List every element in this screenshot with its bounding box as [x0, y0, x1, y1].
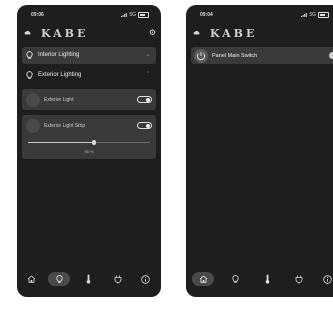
cloud-icon[interactable]: [24, 30, 31, 35]
plug-icon[interactable]: [110, 272, 126, 286]
section-label: Exterior Lighting: [38, 72, 82, 78]
light-item-label: Exterior Light Strip: [44, 122, 86, 129]
light-item-exterior-light-strip: Exterior Light Strip 90 %: [22, 115, 156, 159]
cloud-icon[interactable]: [193, 30, 200, 35]
status-bar: 09:06 5G: [17, 5, 161, 23]
bulb-icon: [26, 51, 33, 59]
bulb-icon[interactable]: [48, 272, 70, 286]
brightness-value: 90 %: [84, 149, 94, 154]
bulb-icon[interactable]: [227, 272, 243, 286]
thermometer-icon[interactable]: [259, 272, 275, 286]
status-icons: 5G: [121, 12, 149, 18]
plug-icon[interactable]: [291, 272, 307, 286]
slider-thumb[interactable]: [91, 140, 97, 145]
exterior-light-strip-toggle[interactable]: [137, 122, 152, 129]
chevron-down-icon: ⌄: [145, 52, 150, 58]
kabe-logo: KABE: [41, 27, 89, 40]
network-label: 5G: [309, 12, 316, 18]
brightness-slider[interactable]: [28, 140, 150, 145]
exterior-light-toggle[interactable]: [137, 96, 152, 103]
section-interior-lighting[interactable]: Interior Lighting ⌄: [22, 47, 156, 64]
battery-icon: [318, 12, 329, 18]
kabe-logo: KABE: [210, 27, 258, 40]
status-icons: 5G: [301, 12, 329, 18]
phone-screen-lighting: 09:06 5G KABE ⚙ Interior Lighting ⌄ Exte…: [17, 5, 161, 297]
panel-main-switch-toggle[interactable]: [329, 52, 333, 59]
network-label: 5G: [129, 12, 136, 18]
app-header: KABE ⚙: [17, 25, 161, 43]
status-time: 09:06: [31, 12, 44, 18]
panel-main-switch-row: Panel Main Switch: [191, 47, 333, 64]
bottom-nav: [186, 272, 333, 288]
section-exterior-lighting[interactable]: Exterior Lighting ⌃: [22, 67, 156, 84]
bulb-icon: [26, 71, 33, 79]
thermometer-icon[interactable]: [80, 272, 96, 286]
power-icon: [196, 51, 206, 60]
signal-icon: [121, 13, 128, 17]
home-icon[interactable]: [23, 272, 39, 286]
section-label: Interior Lighting: [38, 52, 80, 58]
info-icon[interactable]: [137, 272, 153, 286]
light-status-indicator: [26, 118, 40, 133]
status-bar: 09:04 5G: [186, 5, 333, 23]
bottom-nav: [17, 272, 161, 288]
info-icon[interactable]: [319, 272, 333, 286]
slider-fill: [28, 142, 94, 144]
battery-icon: [138, 12, 149, 18]
power-button[interactable]: [194, 48, 208, 63]
gear-icon[interactable]: ⚙: [149, 29, 156, 37]
signal-icon: [301, 13, 308, 17]
app-header: KABE: [186, 25, 333, 43]
phone-screen-home: 09:04 5G KABE Panel Main Switch: [186, 5, 333, 297]
home-icon[interactable]: [192, 272, 214, 286]
light-item-exterior-light: Exterior Light: [22, 89, 156, 110]
status-time: 09:04: [200, 12, 213, 18]
light-status-indicator: [26, 92, 40, 107]
chevron-up-icon: ⌃: [145, 71, 150, 77]
panel-main-switch-label: Panel Main Switch: [212, 52, 258, 59]
light-item-label: Exterior Light: [44, 96, 74, 103]
